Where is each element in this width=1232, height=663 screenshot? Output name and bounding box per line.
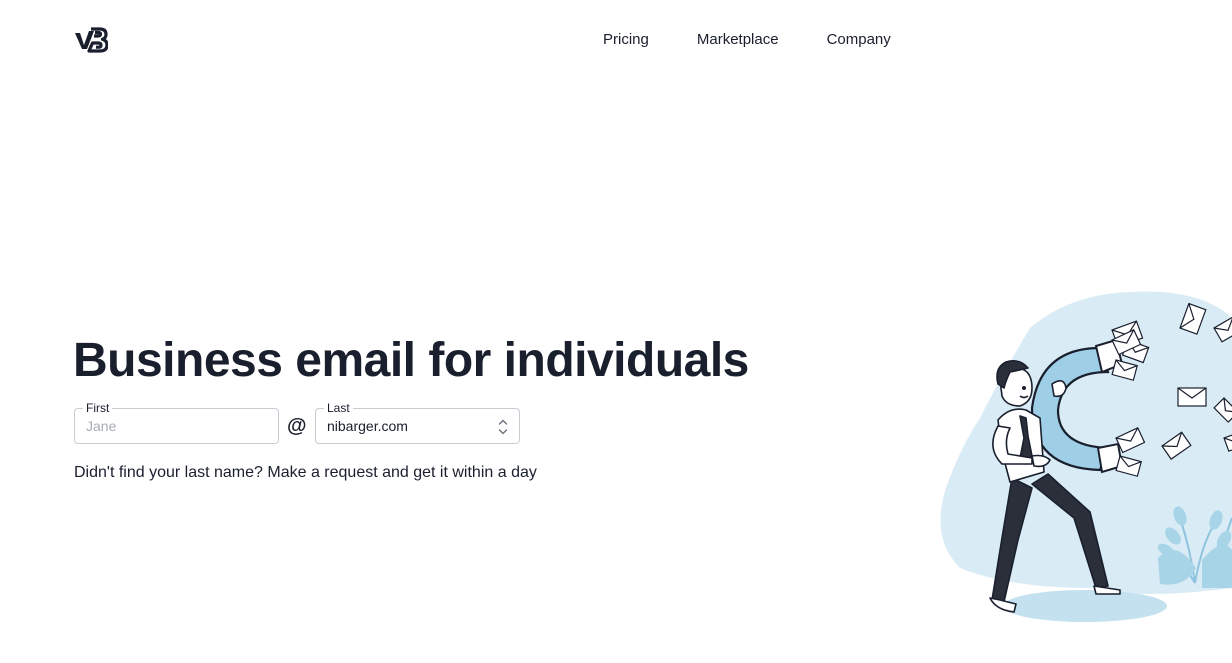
nav-marketplace[interactable]: Marketplace bbox=[697, 31, 779, 49]
last-name-value: nibarger.com bbox=[327, 418, 408, 434]
header: Pricing Marketplace Company bbox=[0, 0, 1232, 80]
select-arrows-icon bbox=[498, 419, 508, 435]
at-symbol: @ bbox=[287, 415, 307, 437]
first-name-field[interactable]: First bbox=[74, 401, 279, 444]
nav-pricing[interactable]: Pricing bbox=[603, 31, 649, 49]
nav-company[interactable]: Company bbox=[827, 31, 891, 49]
floor-shadow bbox=[1003, 590, 1167, 622]
first-name-label: First bbox=[83, 401, 113, 415]
main-nav: Pricing Marketplace Company bbox=[603, 31, 939, 49]
magnet-illustration bbox=[940, 291, 1232, 622]
last-name-select[interactable]: Last nibarger.com bbox=[315, 401, 520, 444]
request-text: Didn't find your last name? Make a reque… bbox=[74, 464, 537, 481]
hero-title: Business email for individuals bbox=[73, 334, 749, 387]
first-name-input[interactable] bbox=[86, 418, 266, 434]
logo-icon[interactable] bbox=[74, 27, 108, 53]
last-name-label: Last bbox=[324, 401, 353, 415]
